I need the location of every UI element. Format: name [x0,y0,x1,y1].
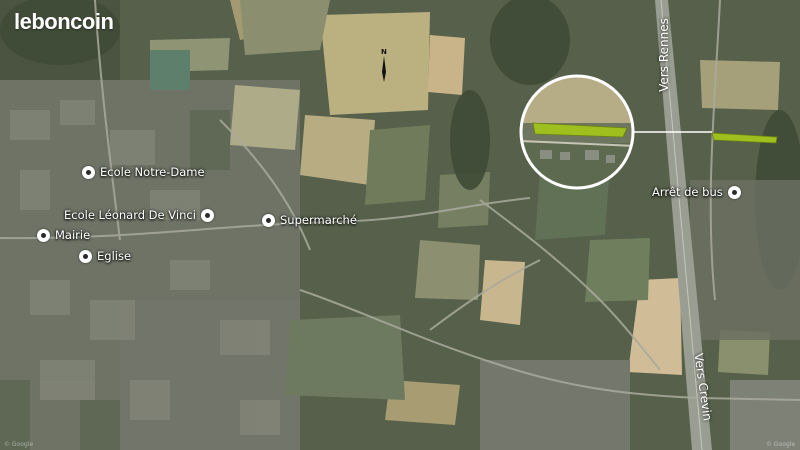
poi-arret-bus[interactable]: Arrêt de bus [652,185,741,199]
map-pin-icon [200,208,214,222]
aerial-map[interactable]: leboncoin N Ecole Notre-Dame Ecole Léona… [0,0,800,450]
map-pin-icon [727,185,741,199]
poi-label: Ecole Léonard De Vinci [64,208,196,222]
poi-eglise[interactable]: Eglise [79,249,131,263]
poi-label: Supermarché [280,213,357,227]
map-pin-icon [79,249,92,263]
map-pin-icon [37,228,50,242]
imagery-credit-right: © Google [766,441,796,448]
poi-label: Eglise [97,249,132,263]
compass-north-label: N [381,48,387,56]
poi-supermarche[interactable]: Supermarché [262,213,357,227]
imagery-credit-left: © Google [4,441,34,448]
map-pin-icon [82,165,95,179]
leboncoin-logo: leboncoin [14,9,114,34]
road-label-north: Vers Rennes [656,18,671,92]
poi-mairie[interactable]: Mairie [37,228,90,242]
poi-ecole-leonard[interactable]: Ecole Léonard De Vinci [64,208,214,222]
poi-label: Mairie [55,228,91,242]
poi-ecole-notre-dame[interactable]: Ecole Notre-Dame [82,165,205,179]
map-pin-icon [262,213,275,227]
satellite-imagery [0,0,800,450]
poi-label: Ecole Notre-Dame [100,165,205,179]
poi-label: Arrêt de bus [652,185,723,199]
